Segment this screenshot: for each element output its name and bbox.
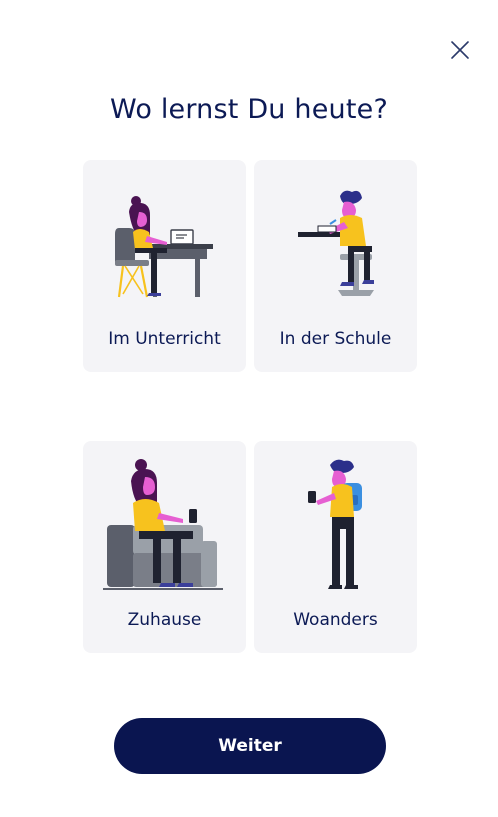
continue-button[interactable]: Weiter [114,718,386,774]
option-label: Im Unterricht [108,329,221,349]
close-button[interactable] [448,38,472,62]
option-card-class[interactable]: Im Unterricht [83,160,246,372]
option-label: Zuhause [127,610,202,630]
student-on-sofa-illustration [103,459,223,590]
student-on-stool-illustration [298,190,374,296]
student-with-backpack-illustration [308,459,362,589]
option-card-school[interactable]: In der Schule [254,160,417,372]
option-card-home[interactable]: Zuhause [83,441,246,653]
option-label: Woanders [293,610,378,630]
option-card-elsewhere[interactable]: Woanders [254,441,417,653]
close-icon [451,41,469,59]
page-title: Wo lernst Du heute? [110,94,388,125]
option-label: In der Schule [279,329,392,349]
student-at-desk-illustration [115,196,213,298]
